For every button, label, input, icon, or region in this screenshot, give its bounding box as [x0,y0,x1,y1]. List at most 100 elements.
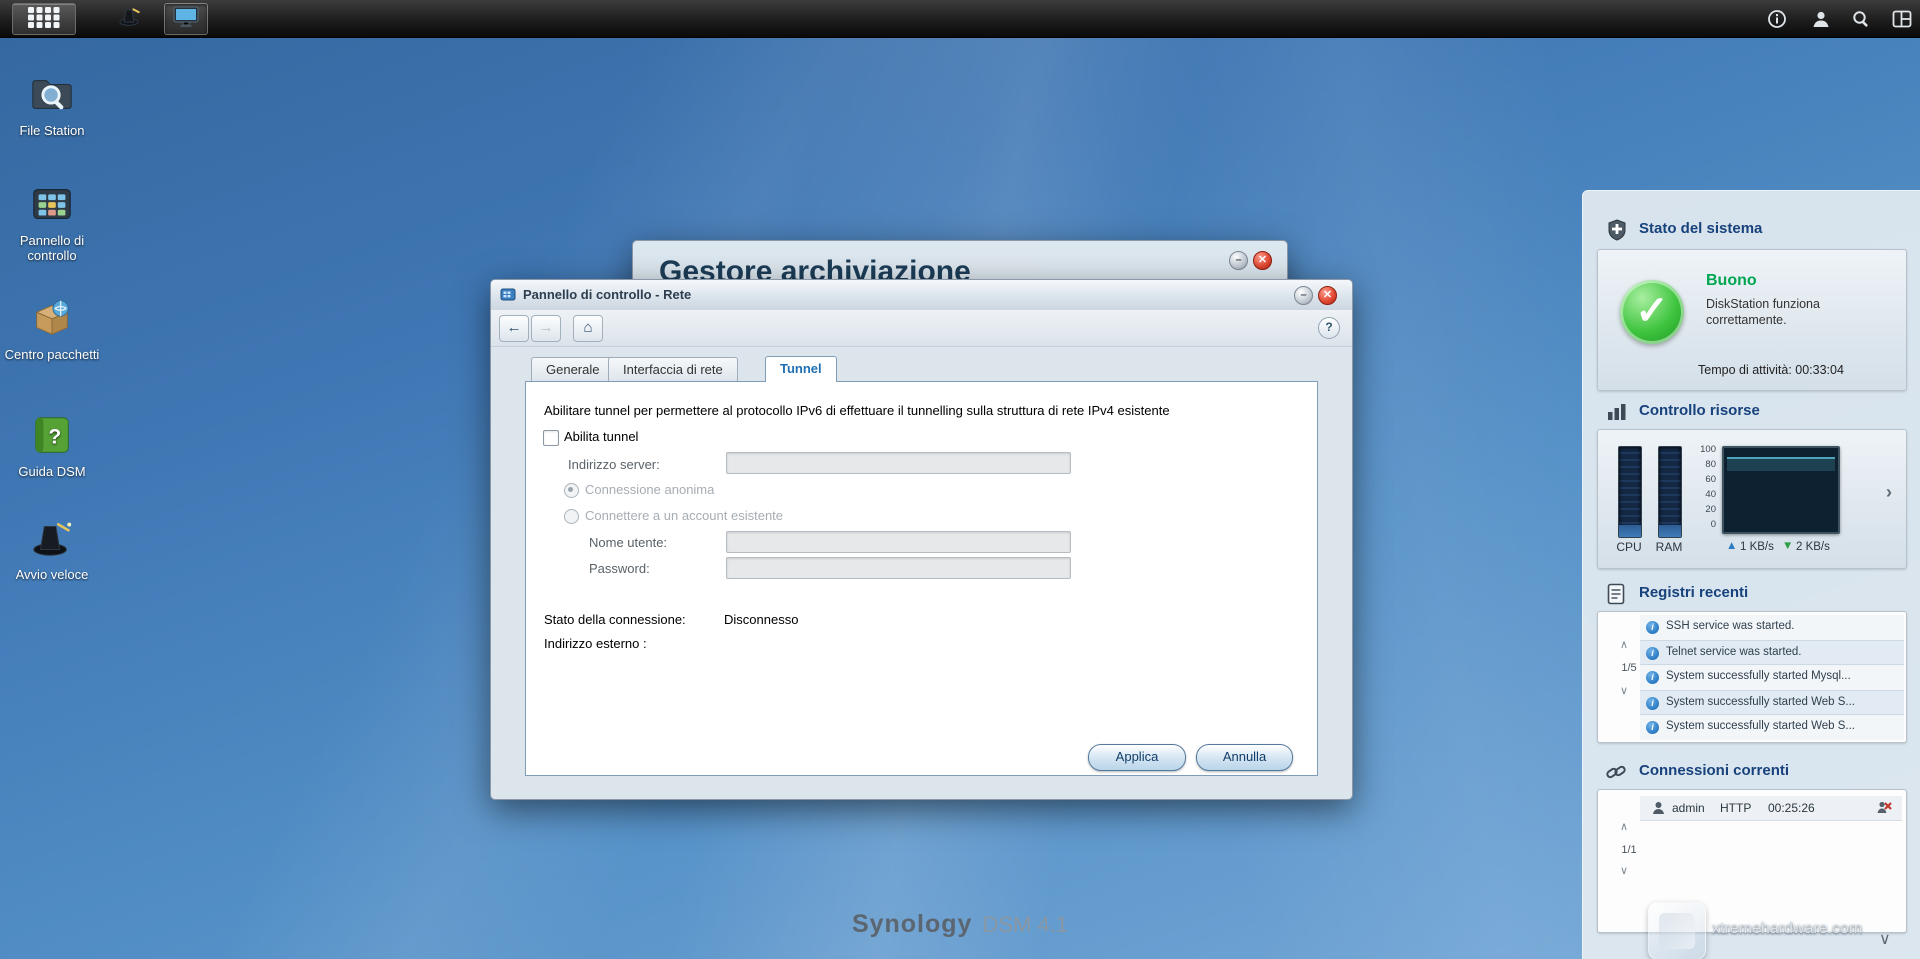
resource-monitor-box: CPU RAM 100 80 60 40 20 0 ▲ 1 KB/s ▼ 2 K… [1597,429,1907,569]
expand-chevron-icon[interactable]: › [1886,482,1892,503]
dsm-help-icon: ? [29,412,75,458]
system-status-box: ✓ Buono DiskStation funziona correttamen… [1597,249,1907,391]
connection-protocol: HTTP [1720,801,1751,815]
desktop-icon-label: File Station [0,123,104,138]
system-status-title: Stato del sistema [1639,220,1762,237]
connection-time: 00:25:26 [1768,801,1815,815]
info-badge-icon: i [1646,697,1659,710]
info-icon[interactable] [1765,7,1789,31]
dialog-control-panel-network: Pannello di controllo - Rete – ✕ ← → ⌂ ?… [490,279,1353,800]
desktop-icon-control-panel[interactable]: Pannello di controllo [0,181,104,263]
connection-status-value: Disconnesso [724,612,798,627]
taskbar-app-storage-manager[interactable] [164,3,208,35]
connections-page-down-icon[interactable]: ∨ [1620,866,1628,876]
tunnel-description: Abilitare tunnel per permettere al proto… [544,403,1304,418]
log-document-icon [1607,583,1625,610]
connections-box: ∧ 1/1 ∨ admin HTTP 00:25:26 [1597,789,1907,933]
close-button[interactable]: ✕ [1318,286,1337,305]
brand-text: Synology [852,910,973,938]
download-arrow-icon: ▼ [1782,540,1793,552]
taskbar-app-quick-start[interactable] [112,3,148,33]
tab-generale[interactable]: Generale [531,357,614,381]
site-watermark-text: xtremehardware.com [1712,920,1862,938]
connection-row[interactable]: admin HTTP 00:25:26 [1640,796,1902,821]
log-row[interactable]: iSystem successfully started Web S... [1640,715,1904,740]
kick-user-icon[interactable] [1876,800,1892,821]
magician-hat-icon [118,5,142,32]
upload-rate: 1 KB/s [1740,541,1774,553]
download-rate: 2 KB/s [1796,541,1830,553]
close-button[interactable]: ✕ [1253,251,1272,270]
desktop-icon-quick-start[interactable]: Avvio veloce [0,515,104,582]
chain-link-icon [1605,761,1627,788]
apply-button[interactable]: Applica [1088,744,1186,771]
cancel-button[interactable]: Annulla [1196,744,1293,771]
desktop-icon-file-station[interactable]: File Station [0,71,104,138]
desktop-icon-label: Pannello di controllo [0,233,104,263]
search-icon[interactable] [1849,7,1873,31]
log-row[interactable]: iSystem successfully started Web S... [1640,690,1904,715]
desktop-icon-label: Centro pacchetti [0,347,104,362]
connection-status-label: Stato della connessione: [544,612,686,627]
desktop: File Station Pannello di controllo [0,0,1920,959]
sidebar-scroll-down-icon[interactable]: ∨ [1879,929,1891,949]
file-station-icon [29,71,75,117]
user-icon[interactable] [1809,7,1833,31]
minimize-button[interactable]: – [1294,286,1313,305]
svg-text:?: ? [48,426,61,449]
password-label: Password: [589,561,650,576]
info-badge-icon: i [1646,721,1659,734]
password-input [726,557,1071,579]
username-label: Nome utente: [589,535,667,550]
existing-account-radio [564,509,579,524]
log-text: Telnet service was started. [1666,646,1802,658]
close-icon: ✕ [1258,254,1267,266]
logs-list: iSSH service was started. iTelnet servic… [1640,615,1904,740]
axis-tick: 60 [1690,472,1716,487]
minimize-button[interactable]: – [1229,251,1248,270]
logs-page-up-icon[interactable]: ∧ [1620,640,1628,650]
logs-page-down-icon[interactable]: ∨ [1620,686,1628,696]
desktop-icon-dsm-help[interactable]: ? Guida DSM [0,412,104,479]
dialog-titlebar[interactable]: Pannello di controllo - Rete – ✕ [491,280,1352,311]
anonymous-connection-label: Connessione anonima [585,482,714,497]
home-icon: ⌂ [583,319,592,336]
version-text: DSM 4.1 [982,912,1068,937]
tab-label: Tunnel [780,361,822,376]
log-row[interactable]: iTelnet service was started. [1640,640,1904,665]
enable-tunnel-label: Abilita tunnel [564,429,638,444]
package-center-icon [29,295,75,341]
enable-tunnel-checkbox[interactable] [543,430,559,446]
connections-page-up-icon[interactable]: ∧ [1620,822,1628,832]
control-panel-window-icon [500,287,516,308]
axis-tick: 80 [1690,457,1716,472]
tab-interfaccia-di-rete[interactable]: Interfaccia di rete [608,357,738,381]
help-button[interactable]: ? [1318,317,1340,339]
info-badge-icon: i [1646,671,1659,684]
tab-tunnel[interactable]: Tunnel [765,356,837,382]
log-text: SSH service was started. [1666,620,1794,632]
desktop-icon-package-center[interactable]: Centro pacchetti [0,295,104,362]
server-address-input [726,452,1071,474]
tunnel-panel: Abilitare tunnel per permettere al proto… [525,381,1318,776]
existing-account-label: Connettere a un account esistente [585,508,783,523]
tab-label: Generale [546,362,599,377]
log-row[interactable]: iSSH service was started. [1640,615,1904,640]
axis-tick: 0 [1690,517,1716,532]
ram-meter [1658,446,1682,538]
recent-logs-box: ∧ 1/5 ∨ iSSH service was started. iTelne… [1597,611,1907,743]
back-arrow-icon: ← [507,319,522,336]
log-row[interactable]: iSystem successfully started Mysql... [1640,665,1904,690]
connections-header: Connessioni correnti [1583,761,1920,783]
forward-button: → [531,315,561,342]
status-ok-icon: ✓ [1620,280,1684,344]
main-menu-button[interactable] [12,3,76,35]
pilot-view-icon[interactable] [1890,7,1914,31]
external-address-label: Indirizzo esterno : [544,636,647,651]
dialog-toolbar: ← → ⌂ ? [491,310,1352,347]
quick-start-icon [29,515,75,561]
home-button[interactable]: ⌂ [573,315,603,342]
close-icon: ✕ [1323,289,1332,301]
back-button[interactable]: ← [499,315,529,342]
main-menu-grid-icon [27,6,61,33]
